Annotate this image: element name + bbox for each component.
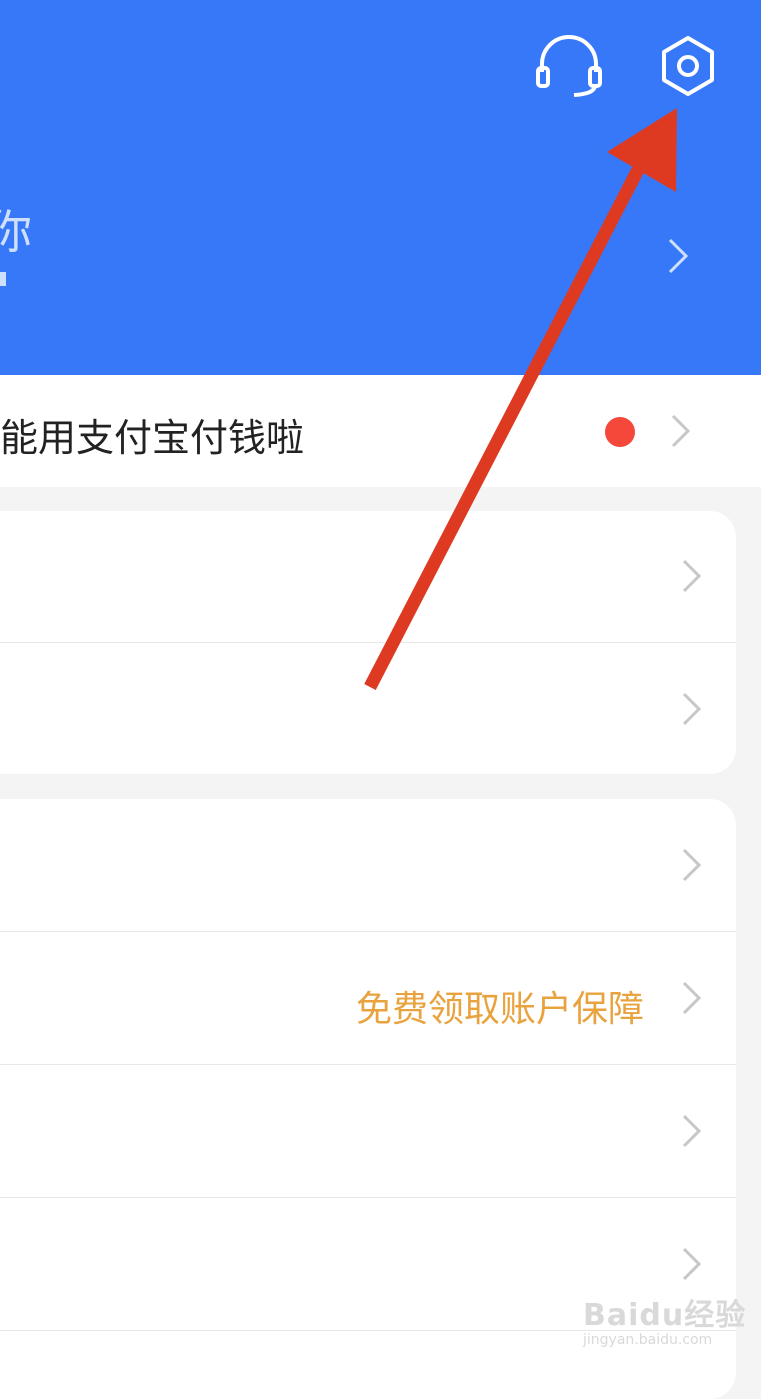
annotation-arrow bbox=[364, 108, 677, 690]
baidu-watermark: Baidu经验 jingyan.baidu.com bbox=[583, 1290, 746, 1348]
watermark-logo: Baidu经验 bbox=[583, 1298, 747, 1333]
watermark-url: jingyan.baidu.com bbox=[583, 1332, 713, 1348]
